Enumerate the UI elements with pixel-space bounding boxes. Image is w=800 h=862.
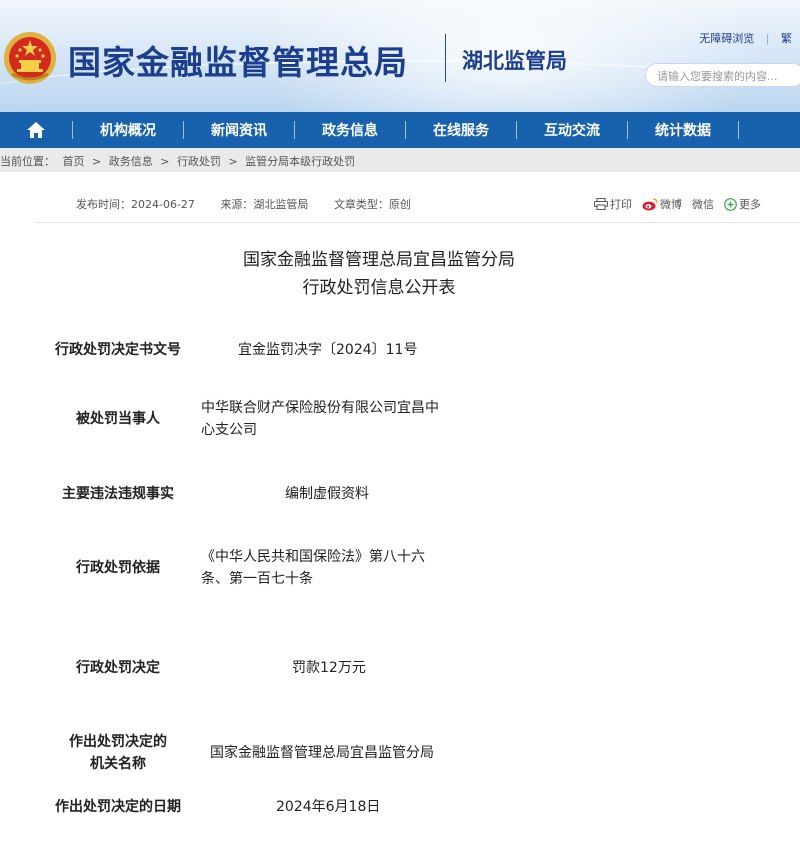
nav-item-about[interactable]: 机构概况 [73,120,183,140]
row-label-legal-basis: 行政处罚依据 [76,560,160,576]
breadcrumb-separator: > [160,155,170,168]
row-label-violation-facts: 主要违法违规事实 [62,486,174,502]
weibo-icon [642,197,658,210]
traditional-chinese-link[interactable]: 繁 [781,32,792,45]
breadcrumb-home[interactable]: 首页 [63,155,85,168]
weibo-label: 微博 [660,198,682,211]
row-label-deciding-authority: 作出处罚决定的 机关名称 [33,731,203,775]
row-label-penalized-party: 被处罚当事人 [76,411,160,427]
meta-divider [34,222,800,223]
document-title-line2: 行政处罚信息公开表 [302,278,456,298]
penalized-party-line2: 心支公司 [201,422,257,438]
site-header: 国家金融监督管理总局 湖北监管局 无障碍浏览 | 繁 请输入您要搜索的内容... [0,0,800,112]
search-input[interactable]: 请输入您要搜索的内容... [645,63,800,87]
main-nav: 机构概况 新闻资讯 政务信息 在线服务 互动交流 统计数据 [0,112,800,148]
plus-circle-icon [724,197,737,211]
nav-home[interactable] [0,112,72,148]
nav-item-government[interactable]: 政务信息 [295,120,405,140]
breadcrumb-separator: > [92,155,102,168]
legal-basis-line2: 条、第一百七十条 [201,571,313,587]
accessibility-link[interactable]: 无障碍浏览 [699,32,754,45]
row-label-decision-date: 作出处罚决定的日期 [55,799,181,815]
home-icon [27,122,45,138]
article-type: 文章类型：原创 [333,198,411,211]
national-emblem-icon [4,32,56,84]
nav-item-interaction[interactable]: 互动交流 [517,120,627,140]
nav-item-statistics[interactable]: 统计数据 [628,120,738,140]
wechat-share-button[interactable]: 微信 [692,196,714,212]
more-share-button[interactable]: 更多 [724,196,761,212]
document-title: 国家金融监督管理总局宜昌监管分局 行政处罚信息公开表 [0,246,800,302]
breadcrumb-penalties[interactable]: 行政处罚 [177,155,221,168]
weibo-share-button[interactable]: 微博 [642,196,682,212]
row-value-deciding-authority: 国家金融监督管理总局宜昌监管分局 [210,745,434,761]
sub-title[interactable]: 湖北监管局 [462,45,567,75]
link-separator: | [765,32,770,45]
site-title[interactable]: 国家金融监督管理总局 [68,36,408,84]
breadcrumb-separator: > [228,155,238,168]
nav-item-online-services[interactable]: 在线服务 [406,120,516,140]
publish-time: 发布时间：2024-06-27 [76,198,195,211]
deciding-authority-label-line2: 机关名称 [90,756,146,772]
deciding-authority-label-line1: 作出处罚决定的 [69,734,167,750]
breadcrumb-prefix: 当前位置： [0,155,55,168]
print-label: 打印 [610,198,632,211]
breadcrumb: 当前位置： 首页 > 政务信息 > 行政处罚 > 监管分局本级行政处罚 [0,148,800,172]
article-meta: 发布时间：2024-06-27 来源：湖北监管局 文章类型：原创 [76,196,433,212]
legal-basis-line1: 《中华人民共和国保险法》第八十六 [201,549,425,565]
row-value-penalty-decision: 罚款12万元 [292,660,366,676]
row-value-decision-number: 宜金监罚决字〔2024〕11号 [238,342,418,358]
nav-item-news[interactable]: 新闻资讯 [184,120,294,140]
row-value-penalized-party: 中华联合财产保险股份有限公司宜昌中 心支公司 [201,397,439,441]
row-value-violation-facts: 编制虚假资料 [285,486,369,502]
print-button[interactable]: 打印 [594,196,632,212]
title-divider [445,34,446,82]
row-label-decision-number: 行政处罚决定书文号 [55,342,181,358]
more-label: 更多 [739,198,761,211]
document-title-line1: 国家金融监督管理总局宜昌监管分局 [243,250,515,270]
row-value-legal-basis: 《中华人民共和国保险法》第八十六 条、第一百七十条 [201,546,425,590]
penalized-party-line1: 中华联合财产保险股份有限公司宜昌中 [201,400,439,416]
breadcrumb-government[interactable]: 政务信息 [109,155,153,168]
printer-icon [594,198,608,210]
wechat-label: 微信 [692,198,714,211]
article-source: 来源：湖北监管局 [220,198,309,211]
nav-divider [738,121,739,139]
top-links: 无障碍浏览 | 繁 [699,30,792,46]
share-bar: 打印 微博 微信 更多 [594,196,771,212]
breadcrumb-branch-penalties[interactable]: 监管分局本级行政处罚 [245,155,355,168]
row-label-penalty-decision: 行政处罚决定 [76,660,160,676]
row-value-decision-date: 2024年6月18日 [276,799,381,815]
